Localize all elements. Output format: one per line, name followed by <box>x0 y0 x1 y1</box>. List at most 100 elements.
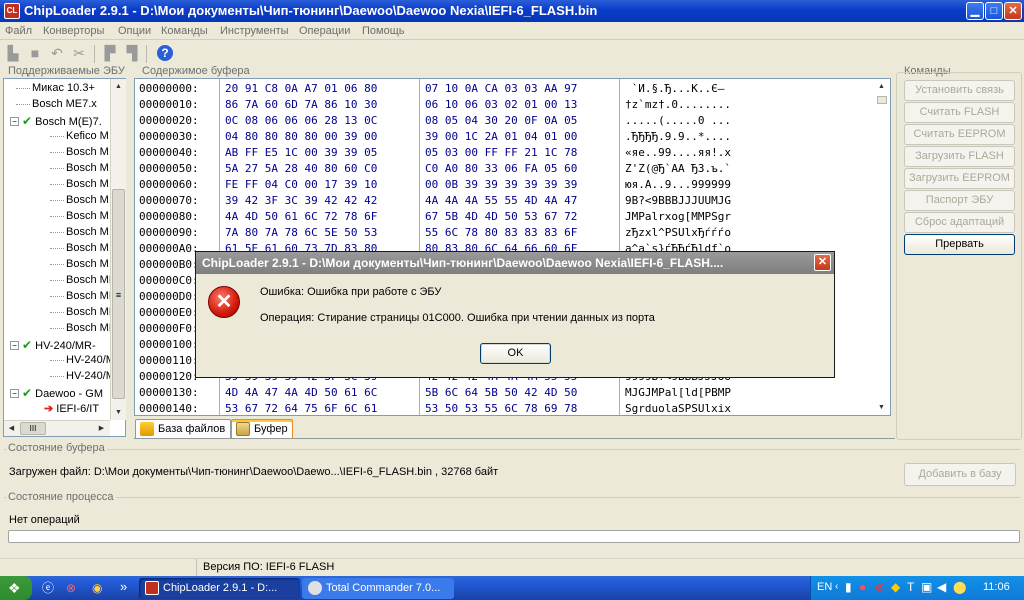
volume-icon[interactable]: ◀ <box>937 580 946 594</box>
start-button[interactable]: ❖ <box>0 576 32 600</box>
language-indicator[interactable]: EN <box>817 581 832 593</box>
scroll-thumb[interactable]: ≡ <box>112 189 125 399</box>
tree-item[interactable]: Bosch M <box>50 146 109 158</box>
tree-item[interactable]: Bosch M <box>50 194 109 206</box>
tree-item[interactable]: Bosch M <box>50 162 109 174</box>
tree-item[interactable]: Bosch MI <box>50 306 112 318</box>
add-to-database-button[interactable]: Добавить в базу <box>904 463 1016 486</box>
network-icon[interactable]: ▣ <box>921 580 932 594</box>
tree-item[interactable]: HV-240/M <box>50 370 115 382</box>
tree-item[interactable]: Bosch M <box>50 178 109 190</box>
tab-label: Буфер <box>254 423 288 435</box>
hex-address: 00000100: <box>139 338 199 351</box>
tree-item[interactable]: Bosch M <box>50 210 109 222</box>
quicklaunch-ie-icon[interactable]: ⓔ <box>42 581 58 595</box>
read-eeprom-button[interactable]: Считать EEPROM <box>904 124 1015 145</box>
signal-icon[interactable]: ▮ <box>845 580 852 594</box>
undo-icon[interactable]: ↶ <box>49 45 65 61</box>
tab-file-base[interactable]: База файлов <box>135 419 231 439</box>
tab-buffer[interactable]: Буфер <box>231 419 293 439</box>
taskbar-item-total-commander[interactable]: Total Commander 7.0... <box>302 578 454 599</box>
write-eeprom-button[interactable]: Загрузить EEPROM <box>904 168 1015 189</box>
menu-help[interactable]: Помощь <box>362 25 405 37</box>
paste-icon[interactable]: ▜ <box>124 45 140 61</box>
quicklaunch-chevron[interactable]: » <box>120 579 127 594</box>
quicklaunch-app-icon[interactable]: ⊗ <box>66 581 82 595</box>
text-input-icon[interactable]: T <box>907 580 914 594</box>
menu-options[interactable]: Опции <box>118 25 151 37</box>
open-icon[interactable]: ▙ <box>5 45 21 61</box>
hex-ascii: 9B?<9BBBJJJUUMJG <box>625 194 731 207</box>
collapse-toggle[interactable]: − <box>10 341 19 350</box>
connect-button[interactable]: Установить связь <box>904 80 1015 101</box>
security-icon[interactable]: ⬤ <box>953 580 966 594</box>
tree-item[interactable]: Bosch MI <box>50 274 112 286</box>
scroll-right-icon[interactable]: ▶ <box>94 421 109 436</box>
tree-item[interactable]: Bosch MI <box>50 290 112 302</box>
hex-bytes-1: AB FF E5 1C 00 39 39 05 <box>225 146 378 159</box>
minimize-button[interactable]: ▁ <box>966 2 984 20</box>
menu-operations[interactable]: Операции <box>299 25 350 37</box>
hex-address: 000000D0: <box>139 290 199 303</box>
scroll-thumb[interactable] <box>877 96 887 104</box>
quicklaunch-chrome-icon[interactable]: ◉ <box>92 581 108 595</box>
menu-tools[interactable]: Инструменты <box>220 25 289 37</box>
tree-item[interactable]: Kefico M <box>50 130 109 142</box>
ecu-passport-button[interactable]: Паспорт ЭБУ <box>904 190 1015 211</box>
tree-item[interactable]: ✔ HV-240/MR- <box>22 338 96 352</box>
maximize-button[interactable]: □ <box>985 2 1003 20</box>
close-button[interactable]: ✕ <box>1004 2 1022 20</box>
tree-item[interactable]: Bosch M <box>50 242 109 254</box>
warning-icon[interactable]: ◆ <box>891 580 900 594</box>
tree-item-label: Bosch M <box>66 146 109 158</box>
scroll-left-icon[interactable]: ◀ <box>4 421 19 436</box>
tree-vertical-scrollbar[interactable]: ▲ ≡ ▼ <box>110 79 126 420</box>
tree-item[interactable]: Bosch M <box>50 258 109 270</box>
progress-bar <box>8 530 1020 543</box>
tree-item[interactable]: ✔ Bosch M(E)7. <box>22 114 102 128</box>
taskbar-item-chiploader[interactable]: ChipLoader 2.9.1 - D:... <box>139 578 300 599</box>
blocked-icon[interactable]: ⊘ <box>875 580 885 594</box>
menu-commands[interactable]: Команды <box>161 25 208 37</box>
hex-address: 000000B0: <box>139 258 199 271</box>
hex-ascii: JMPalrxog[MMPSgr <box>625 210 731 223</box>
scroll-down-icon[interactable]: ▼ <box>111 405 126 420</box>
tree-item[interactable]: Bosch M <box>50 226 109 238</box>
antivirus-icon[interactable]: ● <box>859 580 866 594</box>
save-icon[interactable]: ■ <box>27 45 43 61</box>
collapse-toggle[interactable]: − <box>10 389 19 398</box>
copy-icon[interactable]: ▛ <box>102 45 118 61</box>
tree-item[interactable]: Микас 10.3+ <box>16 82 95 94</box>
write-flash-button[interactable]: Загрузить FLASH <box>904 146 1015 167</box>
scroll-up-icon[interactable]: ▲ <box>111 79 126 94</box>
ecu-tree[interactable]: Микас 10.3+ Bosch ME7.x − ✔ Bosch M(E)7.… <box>3 78 126 437</box>
dialog-close-button[interactable]: ✕ <box>814 254 831 271</box>
hex-ascii: .....(.....0 ... <box>625 114 731 127</box>
abort-button[interactable]: Прервать <box>904 234 1015 255</box>
tree-item-selected[interactable]: ➔ IEFI-6/IT <box>44 402 100 415</box>
window-titlebar[interactable]: CL ChipLoader 2.9.1 - D:\Мои документы\Ч… <box>0 0 1024 22</box>
dialog-titlebar[interactable]: ChipLoader 2.9.1 - D:\Мои документы\Чип-… <box>196 252 834 274</box>
hex-vertical-scrollbar[interactable]: ▲ ▼ <box>874 79 890 415</box>
tree-item[interactable]: Bosch ME7.x <box>16 98 97 110</box>
task-label: ChipLoader 2.9.1 - D:... <box>163 582 278 594</box>
cut-icon[interactable]: ✂ <box>71 45 87 61</box>
error-icon: ✕ <box>208 286 240 318</box>
tree-item[interactable]: HV-240/M <box>50 354 115 366</box>
ok-button[interactable]: OK <box>480 343 551 364</box>
clock[interactable]: 11:06 <box>983 581 1010 593</box>
menu-converters[interactable]: Конверторы <box>43 25 104 37</box>
tray-arrow-icon[interactable]: ‹ <box>835 581 838 592</box>
scroll-thumb[interactable]: III <box>20 422 46 435</box>
hex-bytes-1: 53 67 72 64 75 6F 6C 61 <box>225 402 378 415</box>
tree-item[interactable]: ✔ Daewoo - GM <box>22 386 103 400</box>
tree-horizontal-scrollbar[interactable]: ◀ III ▶ <box>4 420 110 436</box>
scroll-up-icon[interactable]: ▲ <box>874 79 889 94</box>
reset-adaptations-button[interactable]: Сброс адаптаций <box>904 212 1015 233</box>
tree-item[interactable]: Bosch MI <box>50 322 112 334</box>
menu-file[interactable]: Файл <box>5 25 32 37</box>
read-flash-button[interactable]: Считать FLASH <box>904 102 1015 123</box>
help-icon[interactable]: ? <box>157 45 173 61</box>
scroll-down-icon[interactable]: ▼ <box>874 400 889 415</box>
collapse-toggle[interactable]: − <box>10 117 19 126</box>
